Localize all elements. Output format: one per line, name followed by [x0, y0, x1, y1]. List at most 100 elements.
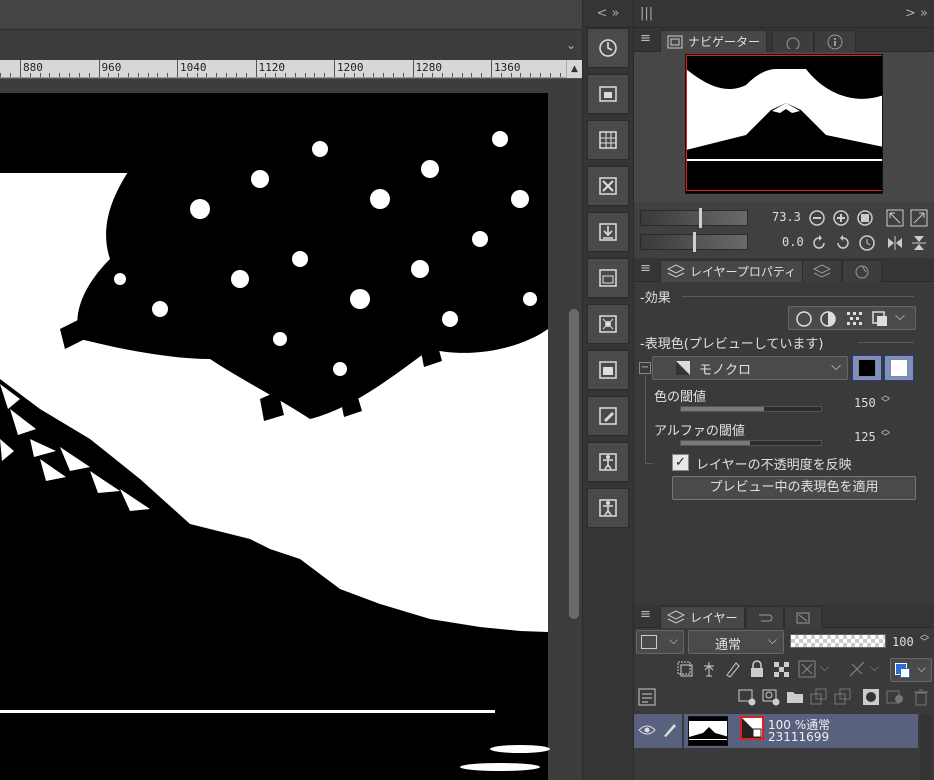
command-button[interactable] [587, 304, 629, 344]
zoom-out-icon[interactable] [808, 209, 826, 227]
color-threshold-spinner[interactable]: ︿ ﹀ [881, 392, 890, 409]
zoom-fit-icon[interactable] [886, 209, 904, 227]
command-button[interactable] [587, 28, 629, 68]
menu-icon[interactable]: ≡ [640, 31, 651, 46]
opacity-reflect-label: レイヤーの不透明度を反映 [696, 458, 852, 473]
layer-color-dropdown[interactable]: ⌵ [890, 658, 932, 682]
tab-sub-view[interactable] [772, 30, 814, 52]
color-mode-dropdown[interactable]: モノクロ ⌵ [652, 356, 848, 380]
merge-layer-icon[interactable] [834, 688, 852, 706]
apply-mask-icon[interactable] [886, 688, 904, 706]
create-mask-icon[interactable] [862, 688, 880, 706]
color-threshold-slider[interactable] [680, 406, 822, 412]
new-raster-layer-icon[interactable] [738, 688, 756, 706]
zoom-in-icon[interactable] [832, 209, 850, 227]
sub-color-swatch[interactable] [884, 355, 914, 381]
opacity-spinner[interactable]: ︿ ﹀ [920, 631, 929, 648]
alpha-threshold-value[interactable]: 125 [854, 430, 876, 444]
panel-grip-icon[interactable]: ||| [640, 6, 653, 21]
collapse-section-icon[interactable]: − [639, 362, 651, 374]
rotate-slider[interactable] [640, 232, 748, 252]
expression-color-badge-icon[interactable] [740, 716, 764, 740]
tab-layer-property[interactable]: レイヤープロパティ [660, 260, 804, 282]
extract-line-icon[interactable] [819, 310, 837, 328]
opacity-slider[interactable] [790, 634, 886, 648]
border-effect-icon[interactable] [795, 310, 813, 328]
ruler-scroll-up-arrow[interactable]: ▲ [566, 60, 582, 78]
chevron-down-icon[interactable]: ⌵ [895, 309, 905, 324]
command-button[interactable] [587, 258, 629, 298]
ruler-minor-tick [481, 73, 482, 77]
collapse-arrows-icon[interactable]: < » [597, 6, 620, 21]
effect-toolbar: ⌵ [788, 306, 916, 330]
chevron-down-icon[interactable]: ⌵ [820, 660, 829, 675]
rotate-right-icon[interactable] [834, 234, 852, 252]
tone-icon[interactable] [845, 310, 863, 328]
rotate-value[interactable]: 0.0 [782, 235, 804, 249]
new-folder-icon[interactable] [786, 688, 804, 706]
layer-property-body: -効果 ⌵ -表現色(プレビューしています) − モノクロ ⌵ 色の閾値 150… [634, 282, 934, 602]
zoom-slider[interactable] [640, 208, 748, 228]
trash-icon[interactable] [912, 688, 930, 706]
apply-expression-color-button[interactable]: プレビュー中の表現色を適用 [672, 476, 916, 500]
flip-horizontal-icon[interactable] [886, 234, 904, 252]
fit-to-window-icon[interactable] [856, 209, 874, 227]
menu-icon[interactable]: ≡ [640, 607, 651, 622]
tab-layer-search[interactable] [802, 260, 842, 282]
pen-icon[interactable] [662, 722, 678, 738]
zoom-value[interactable]: 73.3 [772, 210, 801, 224]
transfer-layer-icon[interactable] [810, 688, 828, 706]
canvas-artwork[interactable] [0, 79, 566, 780]
layer-panel-scrollbar[interactable] [920, 714, 932, 780]
layer-type-selector[interactable]: ⌵ [636, 630, 684, 654]
alpha-threshold-slider[interactable] [680, 440, 822, 446]
flip-vertical-icon[interactable] [910, 234, 928, 252]
mask-enable-icon[interactable] [798, 660, 816, 678]
expand-arrows-icon[interactable]: > » [905, 6, 928, 21]
tab-navigator[interactable]: ナビゲーター [660, 30, 768, 52]
rotate-left-icon[interactable] [810, 234, 828, 252]
command-button[interactable] [587, 120, 629, 160]
chevron-down-icon[interactable]: ⌄ [566, 38, 576, 52]
lock-icon[interactable] [748, 660, 766, 678]
menu-icon[interactable]: ≡ [640, 261, 651, 276]
chevron-down-icon[interactable]: ⌵ [870, 660, 879, 675]
scrollbar-thumb[interactable] [569, 309, 579, 619]
command-button[interactable] [587, 212, 629, 252]
navigator-icon [667, 35, 683, 48]
color-threshold-value[interactable]: 150 [854, 396, 876, 410]
layer-property-icon [667, 263, 685, 278]
tab-layer[interactable]: レイヤー [660, 606, 745, 628]
actual-size-icon[interactable] [910, 209, 928, 227]
new-vector-layer-icon[interactable] [762, 688, 780, 706]
canvas-vertical-scrollbar[interactable] [566, 79, 582, 780]
tab-auto-action[interactable] [784, 606, 822, 628]
command-button[interactable] [587, 166, 629, 206]
layer-row[interactable]: 100 %通常 23111699 [634, 714, 918, 748]
command-button[interactable] [587, 442, 629, 482]
command-button[interactable] [587, 488, 629, 528]
right-panel: ||| > » ≡ ナビゲーター 73.3 0.0 ≡ レイヤープロパティ -効… [634, 0, 934, 780]
clip-to-layer-below-icon[interactable] [676, 660, 694, 678]
draft-layer-icon[interactable] [724, 660, 742, 678]
lock-transparency-icon[interactable] [772, 660, 790, 678]
blend-mode-dropdown[interactable]: 通常 ⌵ [688, 630, 784, 654]
layer-color-icon[interactable] [871, 310, 889, 328]
ruler-range-icon[interactable] [848, 660, 866, 678]
main-color-swatch[interactable] [852, 355, 882, 381]
layer-list-icon[interactable] [638, 688, 656, 706]
opacity-value[interactable]: 100 [892, 635, 914, 649]
command-button[interactable] [587, 74, 629, 114]
command-button[interactable] [587, 350, 629, 390]
reference-layer-icon[interactable] [700, 660, 718, 678]
tab-tool-property[interactable] [842, 260, 882, 282]
opacity-reflect-checkbox[interactable]: ✓ [672, 454, 689, 471]
tab-info[interactable] [814, 30, 856, 52]
tab-navigator-label: ナビゲーター [688, 35, 761, 49]
navigator-preview[interactable] [685, 54, 883, 194]
reset-rotation-icon[interactable] [858, 234, 876, 252]
command-button[interactable] [587, 396, 629, 436]
alpha-threshold-spinner[interactable]: ︿ ﹀ [881, 426, 890, 443]
tab-history[interactable] [746, 606, 784, 628]
eye-icon[interactable] [638, 723, 656, 737]
